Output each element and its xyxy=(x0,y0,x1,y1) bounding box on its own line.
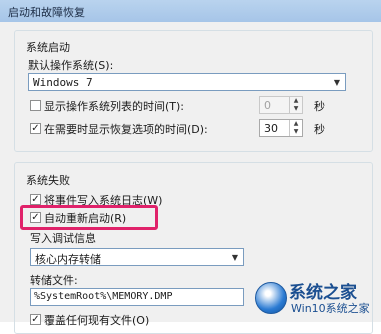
dump-file-value: %SystemRoot%\MEMORY.DMP xyxy=(34,291,173,302)
debug-info-select[interactable]: 核心内存转储 ▼ xyxy=(30,248,244,266)
title-bar: 启动和故障恢复 xyxy=(0,0,381,23)
system-failure-label: 系统失败 xyxy=(26,174,70,187)
dump-file-label: 转储文件: xyxy=(30,274,78,287)
overwrite-label: 覆盖任何现有文件(O) xyxy=(44,314,150,327)
default-os-label: 默认操作系统(S): xyxy=(28,59,114,72)
show-os-list-unit: 秒 xyxy=(314,100,325,113)
show-recovery-label: 在需要时显示恢复选项的时间(D): xyxy=(44,123,208,136)
watermark-logo: 系统之家 Win10系统之家 xyxy=(255,276,375,316)
dump-file-field[interactable]: %SystemRoot%\MEMORY.DMP xyxy=(30,288,244,306)
show-recovery-unit: 秒 xyxy=(314,123,325,136)
spin-up-icon[interactable]: ▲ xyxy=(290,120,302,128)
auto-restart-label: 自动重新启动(R) xyxy=(44,212,127,225)
show-recovery-spinner[interactable]: 30 ▲ ▼ xyxy=(259,119,303,137)
default-os-select[interactable]: Windows 7 ▼ xyxy=(28,73,346,91)
spin-up-icon[interactable]: ▲ xyxy=(290,97,302,105)
debug-info-label: 写入调试信息 xyxy=(30,232,96,245)
debug-info-value: 核心内存转储 xyxy=(35,253,101,266)
chevron-down-icon[interactable]: ▼ xyxy=(329,74,345,90)
show-os-list-value: 0 xyxy=(264,99,271,112)
auto-restart-checkbox[interactable]: ✓ xyxy=(30,212,41,223)
overwrite-checkbox[interactable]: ✓ xyxy=(30,314,41,325)
show-recovery-value: 30 xyxy=(264,122,278,135)
spin-down-icon[interactable]: ▼ xyxy=(290,128,302,136)
logo-icon xyxy=(255,282,287,314)
show-os-list-spinner[interactable]: 0 ▲ ▼ xyxy=(259,96,303,114)
spin-down-icon[interactable]: ▼ xyxy=(290,105,302,113)
default-os-value: Windows 7 xyxy=(33,76,93,89)
show-os-list-label: 显示操作系统列表的时间(T): xyxy=(44,100,185,113)
write-event-log-checkbox[interactable]: ✓ xyxy=(30,194,41,205)
system-startup-label: 系统启动 xyxy=(26,41,70,54)
window-title: 启动和故障恢复 xyxy=(8,6,85,19)
show-os-list-checkbox[interactable] xyxy=(30,100,41,111)
chevron-down-icon[interactable]: ▼ xyxy=(227,249,243,265)
watermark-subtitle: Win10系统之家 xyxy=(291,302,370,315)
show-recovery-checkbox[interactable]: ✓ xyxy=(30,123,41,134)
